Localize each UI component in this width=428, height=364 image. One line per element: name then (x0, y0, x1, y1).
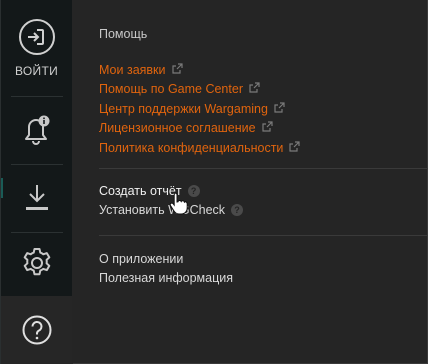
sidebar-help-button[interactable] (1, 296, 73, 364)
link-label: Помощь по Game Center (99, 82, 243, 97)
external-link-icon (171, 63, 183, 77)
notification-bell-icon (21, 113, 53, 147)
help-icon (20, 313, 54, 347)
external-link-icon (249, 82, 260, 96)
link-label: Политика конфиденциальности (99, 140, 284, 155)
link-game-center-help[interactable]: Помощь по Game Center (99, 80, 300, 100)
link-my-requests[interactable]: Мои заявки (99, 60, 300, 80)
sidebar: ВОЙТИ (0, 0, 73, 364)
login-label: ВОЙТИ (14, 64, 59, 78)
divider (99, 168, 427, 169)
about-app-label: О приложении (99, 251, 184, 266)
hand-cursor-icon (169, 191, 189, 220)
about-app-link[interactable]: О приложении (99, 249, 233, 268)
question-badge-icon[interactable]: ? (231, 203, 244, 216)
external-link-icon (289, 141, 301, 155)
external-link-icon (274, 102, 285, 116)
external-link-icon (262, 121, 273, 135)
sidebar-downloads-button[interactable] (1, 164, 72, 232)
about-group: О приложении Полезная информация (99, 249, 233, 287)
link-label: Лицензионное соглашение (99, 121, 256, 136)
section-title: Помощь (99, 27, 148, 41)
help-panel: Помощь Мои заявки Помощь по Game Center … (72, 0, 427, 363)
divider (99, 235, 427, 236)
app-window: ВОЙТИ Помощь Мои заявки Помощь по Game C… (0, 0, 428, 364)
install-wgcheck-label: Установить WGCheck (99, 202, 226, 217)
sidebar-settings-button[interactable] (1, 232, 72, 294)
sidebar-notifications-button[interactable] (1, 96, 72, 164)
login-icon (18, 18, 56, 56)
question-badge-icon[interactable]: ? (187, 184, 200, 197)
useful-info-label: Полезная информация (99, 270, 233, 285)
useful-info-link[interactable]: Полезная информация (99, 268, 233, 287)
link-label: Мои заявки (99, 62, 166, 77)
link-license-agreement[interactable]: Лицензионное соглашение (99, 119, 300, 139)
gear-icon (20, 246, 54, 280)
link-privacy-policy[interactable]: Политика конфиденциальности (99, 138, 301, 158)
link-wargaming-support[interactable]: Центр поддержки Wargaming (99, 99, 300, 119)
link-label: Центр поддержки Wargaming (99, 101, 268, 116)
sidebar-login-button[interactable]: ВОЙТИ (1, 0, 72, 96)
help-links: Мои заявки Помощь по Game Center Центр п… (99, 60, 301, 158)
download-icon (22, 181, 52, 215)
